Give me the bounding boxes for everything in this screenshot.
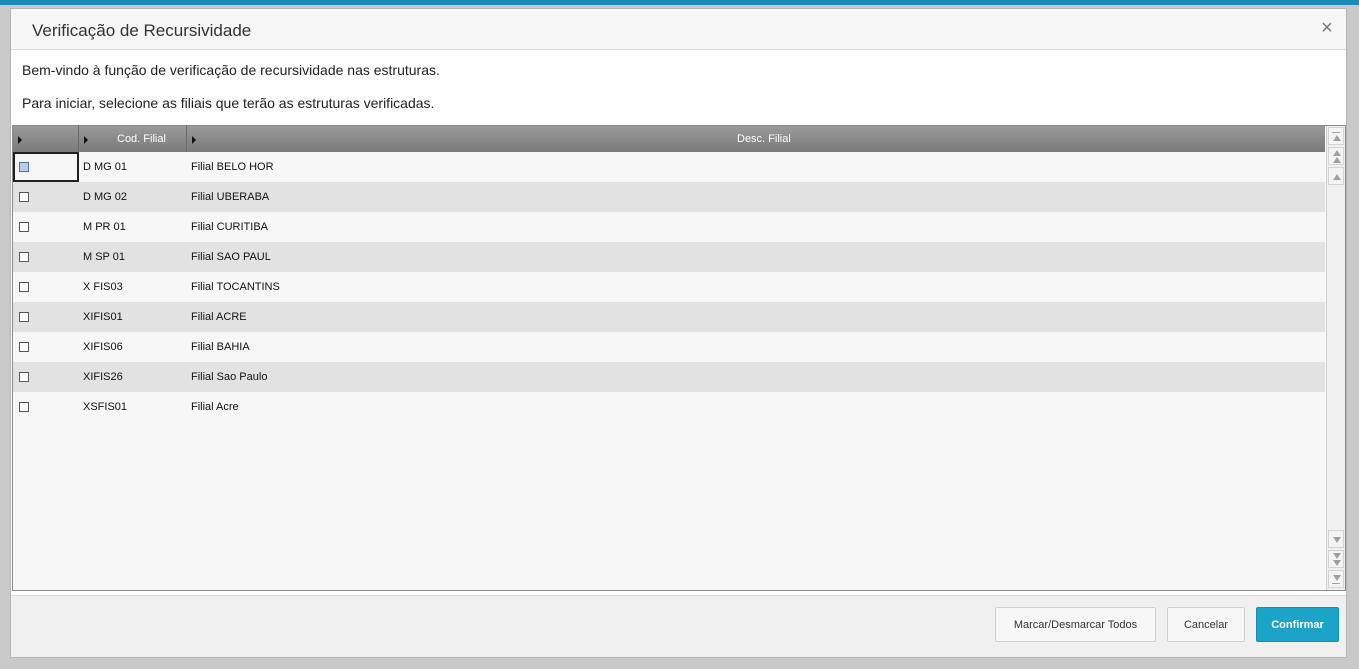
desc-filial-cell: Filial ACRE — [191, 311, 247, 323]
header-cod-filial[interactable]: Cod. Filial — [79, 126, 187, 152]
row-checkbox[interactable] — [19, 252, 29, 262]
table-row[interactable]: D MG 01 Filial BELO HOR — [13, 152, 1325, 182]
row-checkbox[interactable] — [19, 282, 29, 292]
toggle-all-button[interactable]: Marcar/Desmarcar Todos — [995, 607, 1156, 642]
dialog-title: Verificação de Recursividade — [32, 21, 252, 40]
cancel-button[interactable]: Cancelar — [1167, 607, 1245, 642]
column-arrow-icon — [18, 136, 22, 144]
table-row[interactable]: M SP 01 Filial SAO PAUL — [13, 242, 1325, 272]
table-row[interactable]: X FIS03 Filial TOCANTINS — [13, 272, 1325, 302]
scroll-down-icon[interactable] — [1328, 530, 1344, 548]
desc-filial-cell: Filial Sao Paulo — [191, 371, 268, 383]
welcome-message: Bem-vindo à função de verificação de rec… — [22, 62, 440, 78]
desc-filial-cell: Filial SAO PAUL — [191, 251, 271, 263]
top-accent-bar — [0, 0, 1359, 5]
desc-filial-cell: Filial CURITIBA — [191, 221, 269, 233]
row-checkbox[interactable] — [19, 342, 29, 352]
scroll-up-icon[interactable] — [1328, 167, 1344, 185]
header-cod-filial-label: Cod. Filial — [117, 133, 166, 145]
scroll-page-up-icon[interactable] — [1328, 147, 1344, 165]
cod-filial-cell: M PR 01 — [83, 221, 126, 233]
table-row[interactable]: XIFIS01 Filial ACRE — [13, 302, 1325, 332]
row-checkbox[interactable] — [19, 222, 29, 232]
desc-filial-cell: Filial TOCANTINS — [191, 281, 280, 293]
table-row[interactable]: XIFIS26 Filial Sao Paulo — [13, 362, 1325, 392]
confirm-button[interactable]: Confirmar — [1256, 607, 1339, 642]
instruction-message: Para iniciar, selecione as filiais que t… — [22, 95, 435, 111]
column-arrow-icon — [84, 136, 88, 144]
scroll-top-icon[interactable] — [1328, 127, 1344, 145]
row-checkbox[interactable] — [19, 402, 29, 412]
branch-grid: Cod. Filial Desc. Filial D MG 01 Filial … — [12, 125, 1346, 591]
row-checkbox[interactable] — [19, 192, 29, 202]
desc-filial-cell: Filial Acre — [191, 401, 239, 413]
dialog-header: Verificação de Recursividade × — [11, 9, 1346, 50]
row-checkbox[interactable] — [19, 312, 29, 322]
desc-filial-cell: Filial UBERABA — [191, 191, 270, 203]
cod-filial-cell: XIFIS01 — [83, 311, 123, 323]
header-desc-filial[interactable]: Desc. Filial — [187, 126, 1325, 152]
column-arrow-icon — [192, 136, 196, 144]
desc-filial-cell: Filial BAHIA — [191, 341, 250, 353]
close-icon[interactable]: × — [1317, 17, 1337, 39]
grid-body: D MG 01 Filial BELO HOR D MG 02 Filial U… — [13, 152, 1325, 422]
header-desc-filial-label: Desc. Filial — [737, 133, 791, 145]
cod-filial-cell: XIFIS06 — [83, 341, 123, 353]
cod-filial-cell: M SP 01 — [83, 251, 125, 263]
grid-header: Cod. Filial Desc. Filial — [13, 126, 1325, 152]
header-select-column[interactable] — [13, 126, 79, 152]
cod-filial-cell: X FIS03 — [83, 281, 123, 293]
scroll-bottom-icon[interactable] — [1328, 570, 1344, 588]
table-row[interactable]: XSFIS01 Filial Acre — [13, 392, 1325, 422]
table-row[interactable]: D MG 02 Filial UBERABA — [13, 182, 1325, 212]
cod-filial-cell: XIFIS26 — [83, 371, 123, 383]
row-checkbox[interactable] — [19, 372, 29, 382]
cod-filial-cell: XSFIS01 — [83, 401, 128, 413]
cod-filial-cell: D MG 02 — [83, 191, 128, 203]
scroll-page-down-icon[interactable] — [1328, 550, 1344, 568]
table-row[interactable]: XIFIS06 Filial BAHIA — [13, 332, 1325, 362]
table-row[interactable]: M PR 01 Filial CURITIBA — [13, 212, 1325, 242]
row-checkbox[interactable] — [19, 162, 29, 172]
recursion-check-dialog: Verificação de Recursividade × Bem-vindo… — [10, 8, 1347, 658]
desc-filial-cell: Filial BELO HOR — [191, 161, 274, 173]
vertical-scrollbar[interactable] — [1326, 126, 1345, 590]
dialog-footer: Marcar/Desmarcar Todos Cancelar Confirma… — [11, 595, 1346, 657]
cod-filial-cell: D MG 01 — [83, 161, 128, 173]
